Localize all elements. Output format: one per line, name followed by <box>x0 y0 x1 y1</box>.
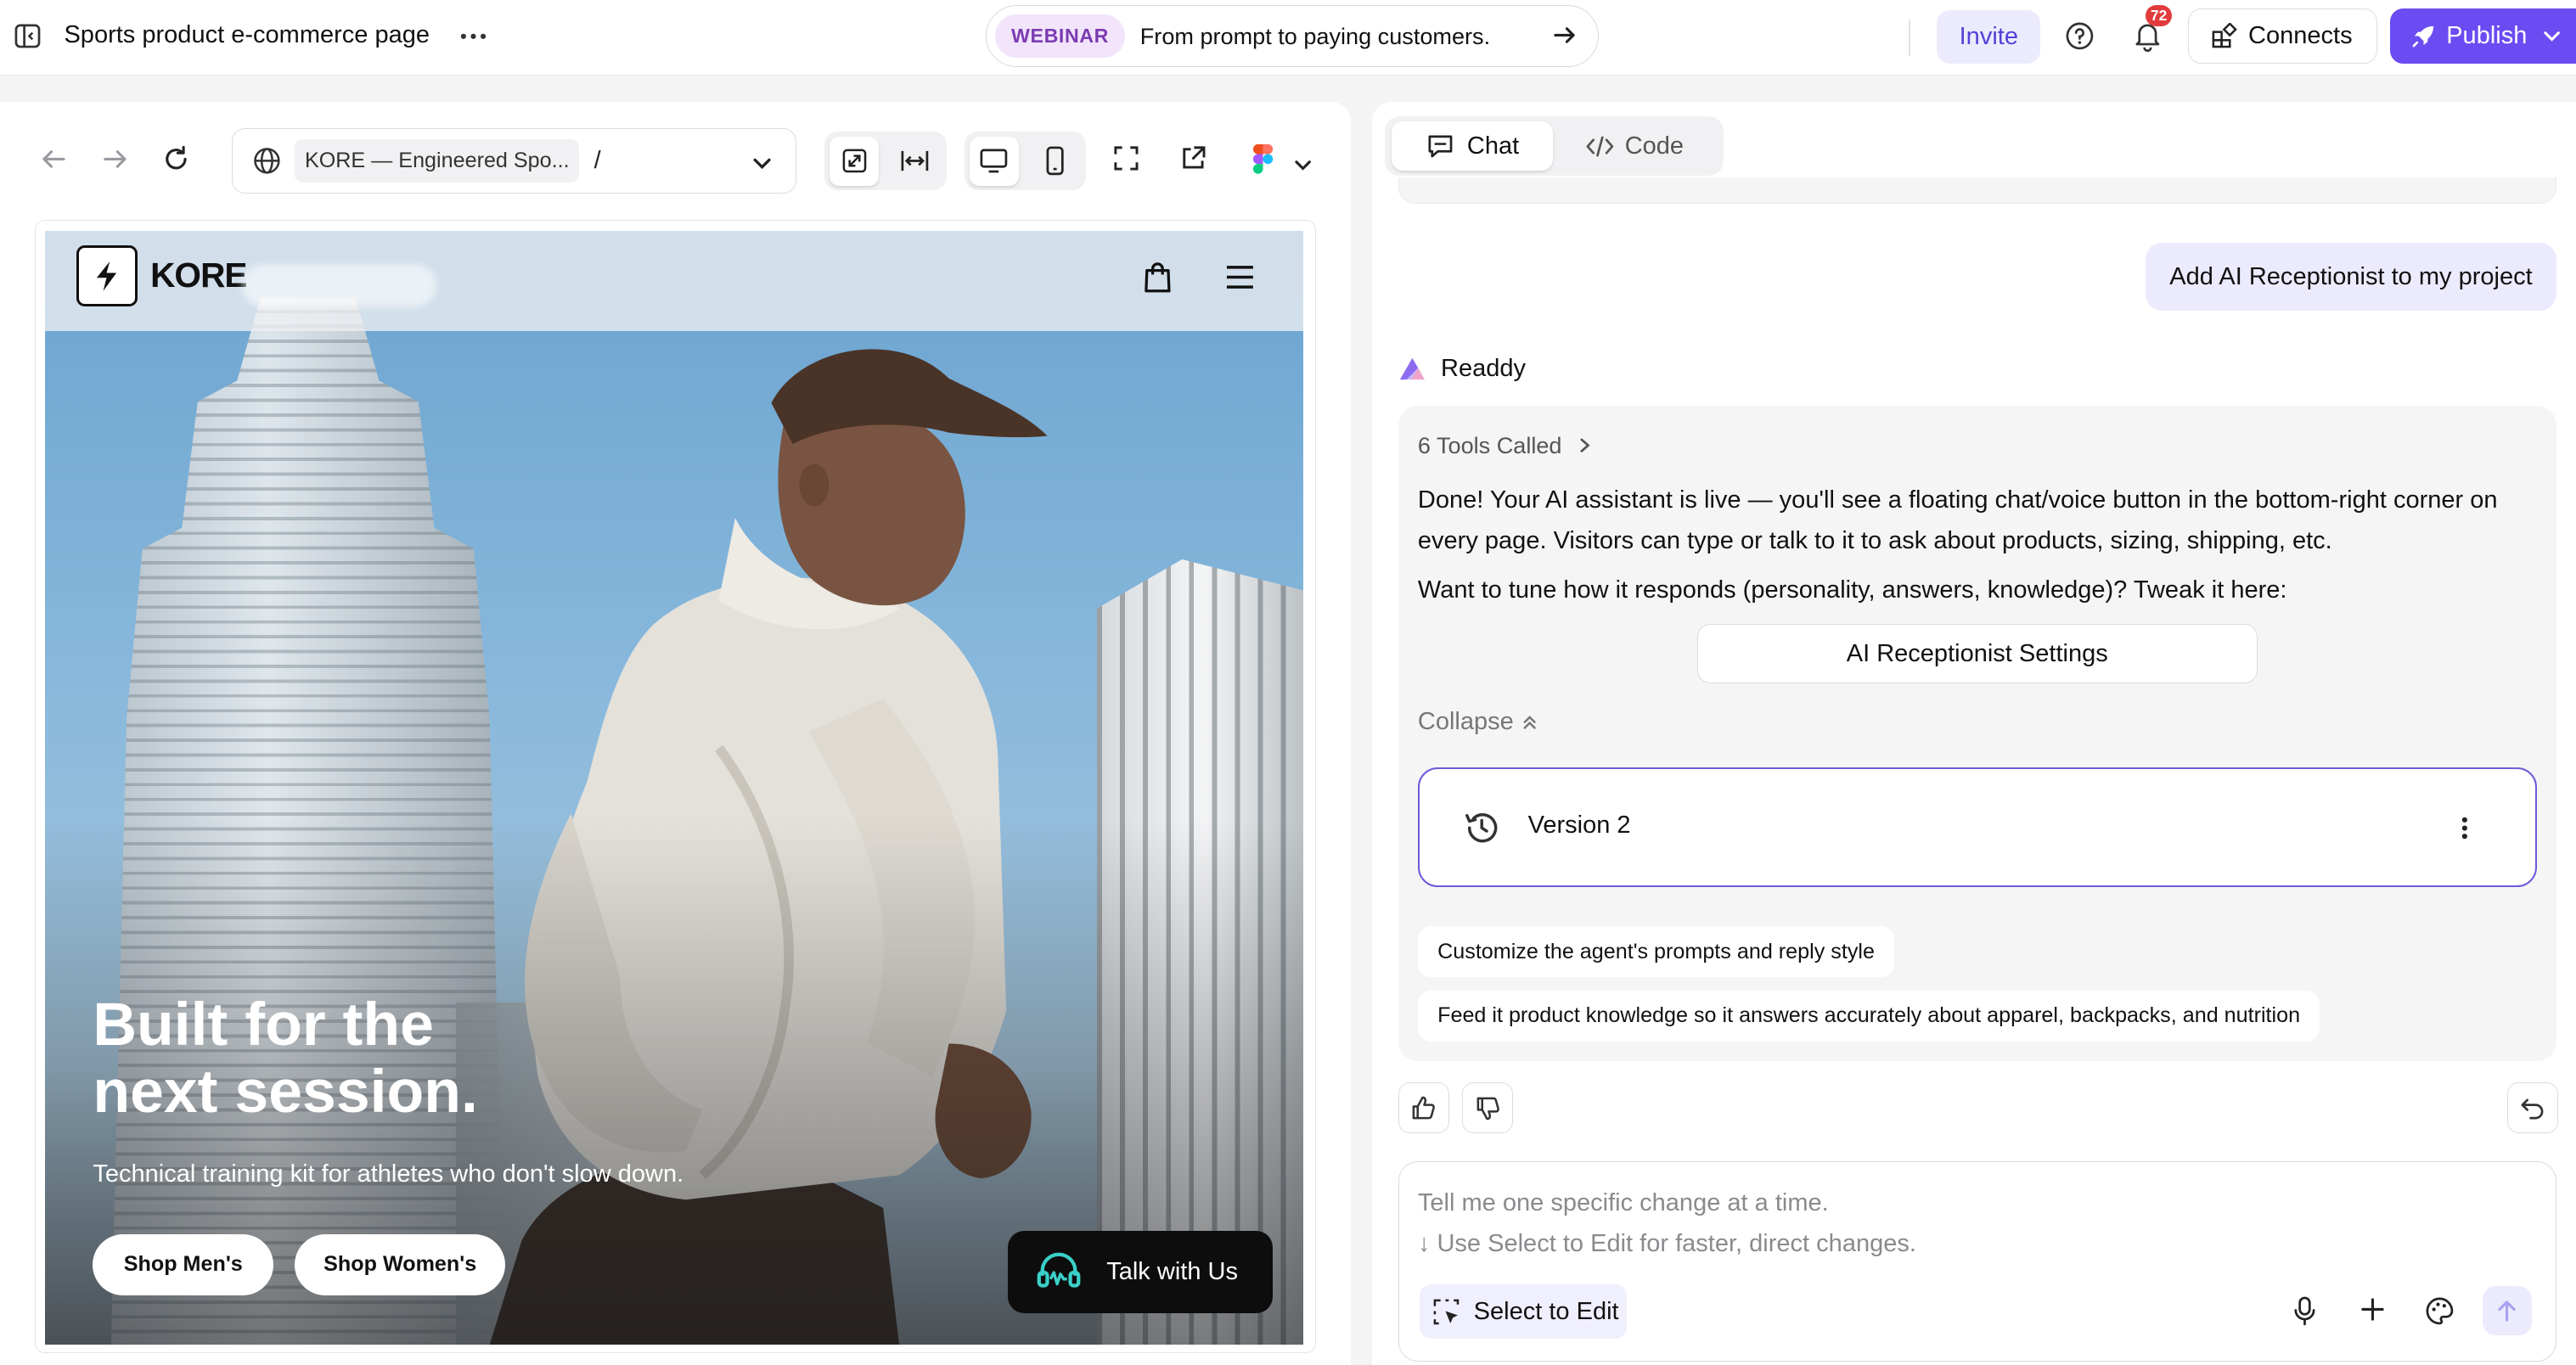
divider <box>1909 20 1911 56</box>
lightning-logo-icon[interactable] <box>76 245 138 306</box>
suggestion-chip[interactable]: Customize the agent's prompts and reply … <box>1417 926 1895 978</box>
previous-message-card <box>1398 177 2556 204</box>
history-icon <box>1465 813 1498 843</box>
tools-called-label: 6 Tools Called <box>1417 431 1562 458</box>
headset-icon <box>1037 1252 1081 1288</box>
fit-scale-icon[interactable] <box>830 136 880 186</box>
readdy-logo-icon <box>1398 357 1426 388</box>
assistant-reply-paragraph: Want to tune how it responds (personalit… <box>1417 576 2287 604</box>
tools-called-toggle[interactable]: 6 Tools Called <box>1418 432 1593 459</box>
select-cursor-icon <box>1433 1299 1460 1324</box>
microphone-icon[interactable] <box>2292 1296 2318 1333</box>
select-to-edit-button[interactable]: Select to Edit <box>1419 1284 1627 1339</box>
tab-code-label: Code <box>1624 132 1685 160</box>
shop-men-button[interactable]: Shop Men's <box>93 1234 274 1295</box>
figma-icon[interactable] <box>1251 143 1274 183</box>
help-icon[interactable] <box>2063 20 2096 53</box>
more-options-icon[interactable] <box>458 21 488 51</box>
chevron-down-icon[interactable] <box>1293 151 1313 182</box>
palette-icon[interactable] <box>2425 1296 2455 1333</box>
collapse-toggle[interactable]: Collapse <box>1418 708 1538 736</box>
assistant-name: Readdy <box>1440 354 1526 382</box>
mobile-icon[interactable] <box>1030 137 1079 186</box>
url-path: / <box>593 147 601 175</box>
chat-bubble-icon <box>1428 135 1452 158</box>
hero-title-line-2: next session. <box>93 1058 478 1126</box>
thumbs-up-icon <box>1412 1096 1436 1120</box>
assistant-reply-paragraph: Done! Your AI assistant is live — you'll… <box>1417 486 2498 555</box>
open-external-icon[interactable] <box>1179 144 1207 179</box>
version-card[interactable]: Version 2 <box>1417 767 2537 887</box>
talk-with-us-label: Talk with Us <box>1106 1258 1239 1286</box>
thumbs-down-button[interactable] <box>1462 1082 1514 1134</box>
apps-icon <box>2212 23 2237 48</box>
ai-receptionist-settings-button[interactable]: AI Receptionist Settings <box>1696 624 2258 683</box>
notification-count-badge: 72 <box>2146 4 2173 26</box>
forward-arrow-icon[interactable] <box>100 144 130 181</box>
hero-section: KORE Built for the next session. Technic… <box>45 230 1304 1345</box>
fit-width-icon[interactable] <box>891 137 940 186</box>
undo-icon <box>2521 1098 2544 1120</box>
thumbs-down-icon <box>1476 1097 1499 1120</box>
device-toggle <box>964 131 1087 191</box>
top-bar: Sports product e-commerce page WEBINAR F… <box>0 0 2576 76</box>
hero-title: Built for the next session. <box>93 991 750 1126</box>
shop-women-button[interactable]: Shop Women's <box>295 1234 506 1295</box>
scale-toggle <box>824 131 947 191</box>
hero-title-line-1: Built for the <box>93 990 434 1059</box>
connects-button[interactable]: Connects <box>2188 8 2377 65</box>
chevrons-up-icon <box>1524 715 1537 729</box>
thumbs-up-button[interactable] <box>1398 1082 1449 1134</box>
tab-chat-label: Chat <box>1466 132 1520 160</box>
hero-subtitle: Technical training kit for athletes who … <box>93 1160 684 1188</box>
talk-with-us-button[interactable]: Talk with Us <box>1008 1231 1273 1314</box>
composer-hint: ↓ Use Select to Edit for faster, direct … <box>1417 1230 1916 1258</box>
tab-code[interactable]: Code <box>1562 121 1717 171</box>
arrow-right-icon <box>1552 22 1578 55</box>
webinar-tag: WEBINAR <box>994 14 1126 58</box>
plus-icon[interactable] <box>2359 1296 2386 1329</box>
hamburger-menu-icon[interactable] <box>1225 264 1255 297</box>
invite-button[interactable]: Invite <box>1937 9 2041 65</box>
suggestion-chip[interactable]: Feed it product knowledge so it answers … <box>1417 990 2320 1042</box>
kebab-menu-icon[interactable] <box>2461 817 2468 840</box>
shopping-bag-icon[interactable] <box>1143 261 1173 301</box>
rocket-icon <box>2412 25 2433 48</box>
back-arrow-icon[interactable] <box>39 144 69 181</box>
site-logo-text[interactable]: KORE <box>150 256 247 295</box>
blurred-element <box>242 263 436 306</box>
connects-label: Connects <box>2248 22 2353 50</box>
site-header: KORE <box>45 230 1304 331</box>
reload-icon[interactable] <box>161 144 191 181</box>
desktop-icon[interactable] <box>969 136 1019 186</box>
select-to-edit-label: Select to Edit <box>1473 1297 1619 1325</box>
user-message: Add AI Receptionist to my project <box>2146 243 2556 311</box>
site-name-chip: KORE — Engineered Spo... <box>295 139 580 183</box>
url-bar[interactable]: KORE — Engineered Spo... / <box>231 127 797 194</box>
toggle-sidebar-icon[interactable] <box>13 21 42 51</box>
send-button[interactable] <box>2482 1286 2532 1336</box>
site-preview-frame[interactable]: KORE Built for the next session. Technic… <box>34 220 1316 1354</box>
publish-label: Publish <box>2446 22 2528 50</box>
code-icon <box>1586 136 1614 157</box>
chevron-down-icon[interactable] <box>751 150 773 181</box>
arrow-up-icon <box>2498 1300 2517 1322</box>
globe-icon <box>254 148 280 174</box>
panel-tabs: Chat Code <box>1385 116 1724 177</box>
tab-chat[interactable]: Chat <box>1391 121 1553 171</box>
composer-placeholder: Tell me one specific change at a time. <box>1417 1188 1829 1216</box>
fullscreen-icon[interactable] <box>1112 144 1140 179</box>
project-title[interactable]: Sports product e-commerce page <box>64 21 430 49</box>
webinar-text: From prompt to paying customers. <box>1139 22 1491 49</box>
version-label: Version 2 <box>1527 811 1631 839</box>
undo-button[interactable] <box>2506 1082 2558 1134</box>
publish-button[interactable]: Publish <box>2390 8 2576 65</box>
collapse-label: Collapse <box>1417 707 1514 735</box>
chevron-down-icon <box>2544 31 2560 42</box>
chevron-right-icon <box>1580 438 1590 453</box>
webinar-banner[interactable]: WEBINAR From prompt to paying customers. <box>986 4 1599 68</box>
